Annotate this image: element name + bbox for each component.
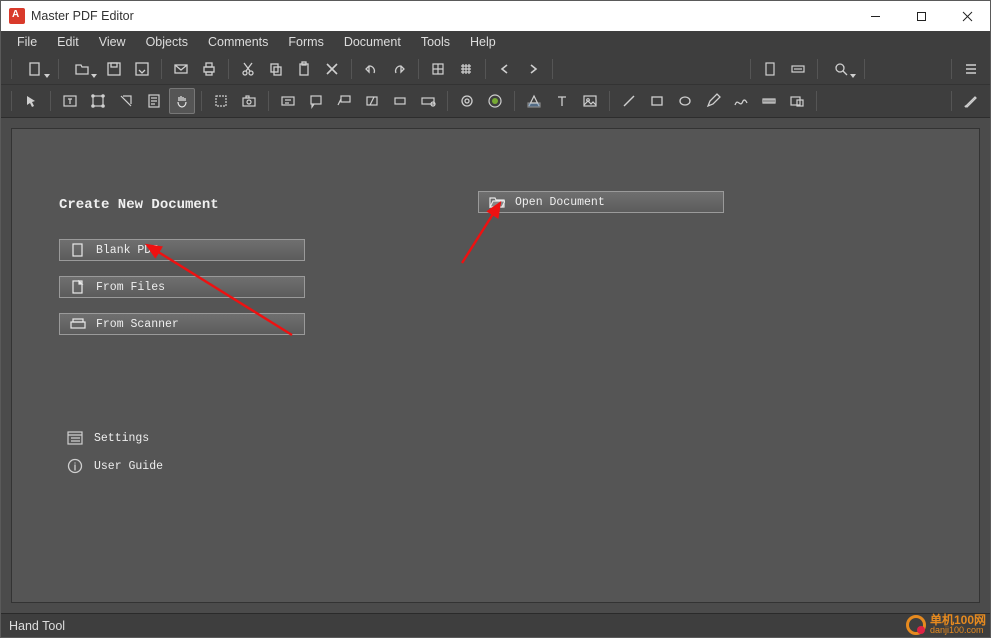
zoom-button[interactable] <box>824 56 858 82</box>
next-page-button[interactable] <box>520 56 546 82</box>
paste-button[interactable] <box>291 56 317 82</box>
edit-document-tool-button[interactable] <box>141 88 167 114</box>
settings-label: Settings <box>94 432 149 445</box>
sticky-note-tool-button[interactable] <box>303 88 329 114</box>
from-scanner-icon <box>70 317 86 331</box>
start-page: Create New Document Blank PDF From Files… <box>11 128 980 603</box>
open-document-button-main[interactable]: Open Document <box>478 191 724 213</box>
minimize-button[interactable] <box>852 1 898 31</box>
rectangle-note-button[interactable] <box>387 88 413 114</box>
attachment-tool-button[interactable] <box>482 88 508 114</box>
select-tool-button[interactable] <box>18 88 44 114</box>
line-tool-button[interactable] <box>616 88 642 114</box>
menu-view[interactable]: View <box>89 33 136 51</box>
menu-tools[interactable]: Tools <box>411 33 460 51</box>
settings-link[interactable]: Settings <box>66 430 149 446</box>
polyline-tool-button[interactable] <box>728 88 754 114</box>
user-guide-label: User Guide <box>94 460 163 473</box>
info-icon <box>66 458 84 474</box>
email-button[interactable] <box>168 56 194 82</box>
stamp-tool-button[interactable] <box>454 88 480 114</box>
grid-button[interactable] <box>425 56 451 82</box>
copy-button[interactable] <box>263 56 289 82</box>
window-title: Master PDF Editor <box>31 9 134 23</box>
redo-button[interactable] <box>386 56 412 82</box>
open-document-label: Open Document <box>515 196 605 209</box>
ellipse-tool-button[interactable] <box>672 88 698 114</box>
watermark: 单机100网 danji100.com <box>906 614 986 635</box>
fit-width-button[interactable] <box>785 56 811 82</box>
from-files-label: From Files <box>96 281 165 294</box>
delete-button[interactable] <box>319 56 345 82</box>
blank-pdf-label: Blank PDF <box>96 244 158 257</box>
save-button[interactable] <box>101 56 127 82</box>
new-document-button[interactable] <box>18 56 52 82</box>
menu-document[interactable]: Document <box>334 33 411 51</box>
hamburger-button[interactable] <box>958 56 984 82</box>
menubar: File Edit View Objects Comments Forms Do… <box>1 31 990 53</box>
menu-file[interactable]: File <box>7 33 47 51</box>
prev-page-button[interactable] <box>492 56 518 82</box>
highlighter-toggle-button[interactable] <box>958 88 984 114</box>
from-scanner-button[interactable]: From Scanner <box>59 313 305 335</box>
measure-tool-button[interactable] <box>756 88 782 114</box>
menu-objects[interactable]: Objects <box>136 33 198 51</box>
window-controls <box>852 1 990 31</box>
from-scanner-label: From Scanner <box>96 318 179 331</box>
watermark-logo-icon <box>906 615 926 635</box>
insert-text-button[interactable] <box>549 88 575 114</box>
watermark-line2: danji100.com <box>930 626 986 635</box>
titlebar: Master PDF Editor <box>1 1 990 31</box>
edit-text-tool-button[interactable] <box>57 88 83 114</box>
from-files-button[interactable]: From Files <box>59 276 305 298</box>
print-button[interactable] <box>196 56 222 82</box>
fit-page-button[interactable] <box>757 56 783 82</box>
open-document-button[interactable] <box>65 56 99 82</box>
save-as-button[interactable] <box>129 56 155 82</box>
status-bar: Hand Tool 单机100网 danji100.com <box>1 613 990 637</box>
settings-icon <box>66 430 84 446</box>
edit-forms-tool-button[interactable] <box>113 88 139 114</box>
crop-tool-button[interactable] <box>208 88 234 114</box>
highlight-tool-button[interactable] <box>359 88 385 114</box>
toolbar-row-2 <box>1 85 990 117</box>
menu-edit[interactable]: Edit <box>47 33 89 51</box>
pencil-tool-button[interactable] <box>700 88 726 114</box>
app-icon <box>9 8 25 24</box>
menu-comments[interactable]: Comments <box>198 33 278 51</box>
from-files-icon <box>70 280 86 294</box>
user-guide-link[interactable]: User Guide <box>66 458 163 474</box>
create-new-heading: Create New Document <box>59 197 219 213</box>
redact-tool-button[interactable] <box>784 88 810 114</box>
menu-forms[interactable]: Forms <box>278 33 333 51</box>
close-button[interactable] <box>944 1 990 31</box>
edit-object-tool-button[interactable] <box>85 88 111 114</box>
blank-pdf-button[interactable]: Blank PDF <box>59 239 305 261</box>
callout-tool-button[interactable] <box>331 88 357 114</box>
maximize-button[interactable] <box>898 1 944 31</box>
menu-help[interactable]: Help <box>460 33 506 51</box>
status-tool-label: Hand Tool <box>9 619 65 633</box>
text-field-button[interactable] <box>521 88 547 114</box>
open-folder-icon <box>489 195 505 209</box>
app-window: Master PDF Editor File Edit View Objects… <box>0 0 991 638</box>
insert-image-button[interactable] <box>577 88 603 114</box>
snapshot-tool-button[interactable] <box>236 88 262 114</box>
undo-button[interactable] <box>358 56 384 82</box>
toolbars <box>1 53 990 118</box>
snap-button[interactable] <box>453 56 479 82</box>
link-tool-button[interactable] <box>415 88 441 114</box>
textbox-tool-button[interactable] <box>275 88 301 114</box>
cut-button[interactable] <box>235 56 261 82</box>
toolbar-row-1 <box>1 53 990 85</box>
hand-tool-button[interactable] <box>169 88 195 114</box>
content-area: Create New Document Blank PDF From Files… <box>1 118 990 613</box>
blank-pdf-icon <box>70 243 86 257</box>
rectangle-tool-button[interactable] <box>644 88 670 114</box>
